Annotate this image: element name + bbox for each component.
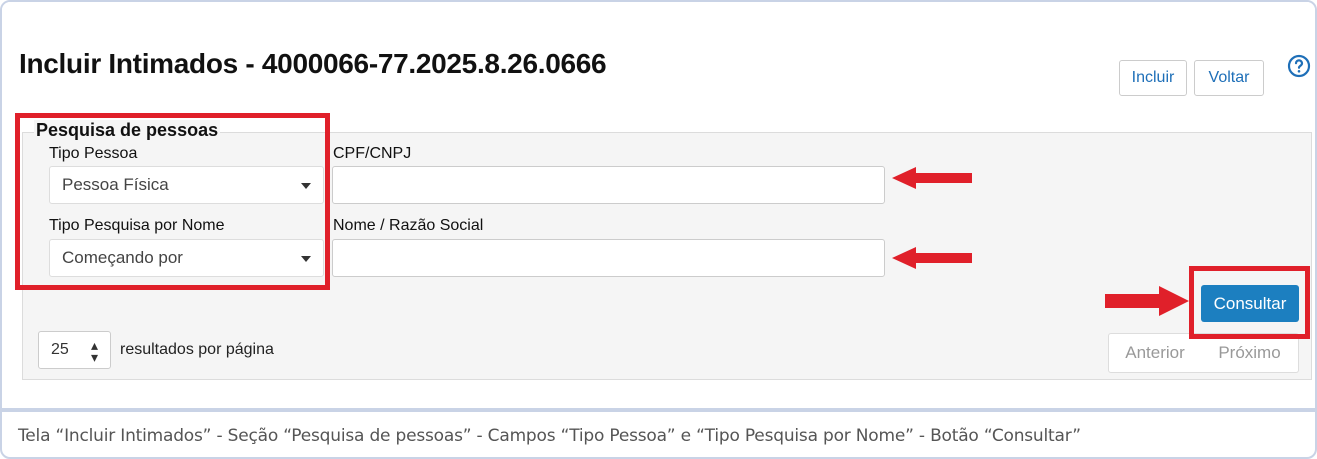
page-title: Incluir Intimados - 4000066-77.2025.8.26…	[19, 48, 607, 79]
voltar-button[interactable]: Voltar	[1194, 60, 1264, 96]
nome-input[interactable]	[332, 239, 885, 277]
question-circle-icon[interactable]	[1287, 54, 1311, 78]
per-page-label: resultados por página	[120, 341, 274, 358]
cpf-input[interactable]	[332, 166, 885, 204]
previous-page-button[interactable]: Anterior	[1108, 333, 1202, 373]
nome-label: Nome / Razão Social	[333, 217, 484, 234]
incluir-button[interactable]: Incluir	[1119, 60, 1187, 96]
sort-updown-icon: ▴ ▾	[90, 337, 98, 365]
arrow-right-icon	[1105, 286, 1189, 316]
screenshot-area: Incluir Intimados - 4000066-77.2025.8.26…	[2, 2, 1315, 410]
caption-divider	[2, 408, 1315, 412]
highlight-box-consultar	[1189, 266, 1310, 339]
next-page-button[interactable]: Próximo	[1201, 333, 1299, 373]
figure-caption: Tela “Incluir Intimados” - Seção “Pesqui…	[18, 426, 1081, 446]
arrow-left-icon	[892, 167, 972, 189]
page-size-select[interactable]: 25 ▴ ▾	[38, 331, 111, 369]
page-size-value: 25	[51, 341, 69, 358]
arrow-left-icon	[892, 247, 972, 269]
cpf-label: CPF/CNPJ	[333, 145, 412, 162]
highlight-box-search-fields	[15, 113, 330, 290]
document-frame: Incluir Intimados - 4000066-77.2025.8.26…	[0, 0, 1317, 459]
